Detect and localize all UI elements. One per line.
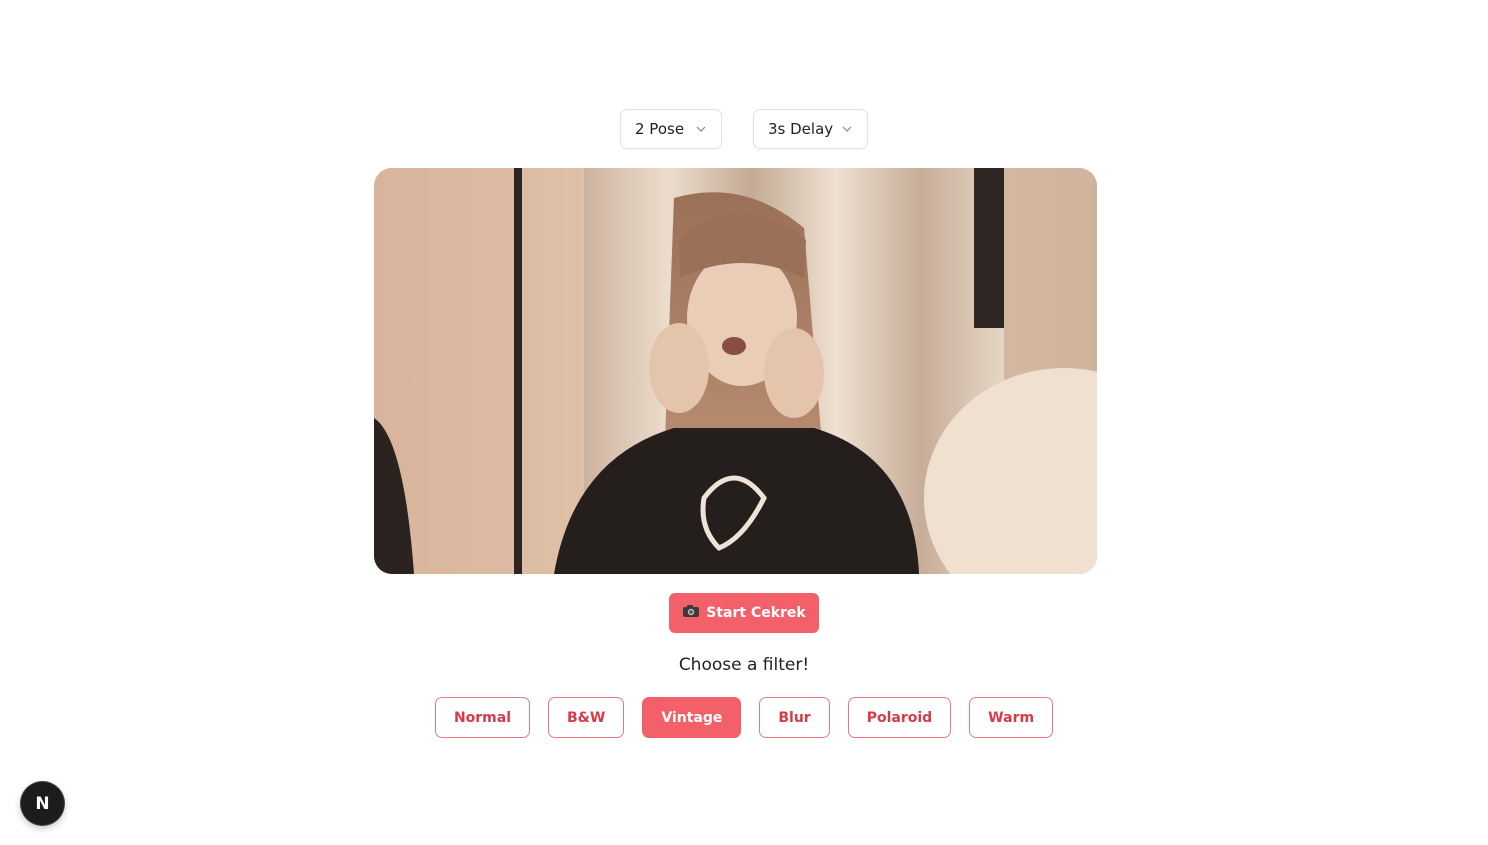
filter-prompt: Choose a filter! [678,655,810,675]
filter-polaroid-button[interactable]: Polaroid [847,697,952,738]
filter-blur-button[interactable]: Blur [759,697,830,738]
pose-count-value: 2 Pose [635,120,685,138]
filter-warm-button[interactable]: Warm [969,697,1054,738]
filter-normal-button[interactable]: Normal [434,697,531,738]
delay-select[interactable]: 3s Delay [753,109,868,149]
camera-icon [682,604,700,622]
chevron-down-icon [841,123,853,135]
delay-value: 3s Delay [768,120,834,138]
start-capture-button[interactable]: Start Cekrek [669,593,819,633]
filter-bw-button[interactable]: B&W [548,697,625,738]
pose-count-select[interactable]: 2 Pose [620,109,722,149]
start-capture-label: Start Cekrek [706,605,806,621]
camera-preview [374,168,1097,574]
nextjs-logo-icon[interactable]: N [21,782,64,825]
photobooth-page: 2 Pose 3s Delay Start Cekrek Choose a fi… [0,0,1488,845]
filter-options: Normal B&W Vintage Blur Polaroid Warm [0,697,1488,738]
capture-controls: 2 Pose 3s Delay [620,109,868,149]
filter-vintage-button[interactable]: Vintage [642,697,742,738]
dev-badge-letter: N [35,793,50,814]
chevron-down-icon [695,123,707,135]
